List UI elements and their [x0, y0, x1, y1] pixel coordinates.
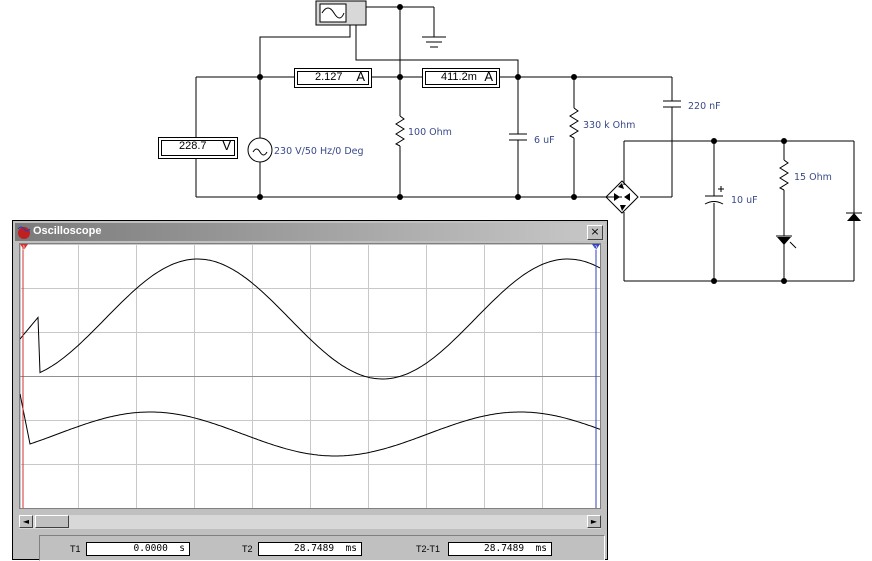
- cursor-1-label: 1: [22, 245, 26, 252]
- scope-grid: [20, 244, 600, 508]
- t1-value: 0.0000: [133, 543, 168, 554]
- oscilloscope-screen[interactable]: 1 2: [19, 243, 601, 509]
- cursor-2-label: 2: [594, 245, 598, 252]
- t2-t1-unit: ms: [535, 543, 547, 554]
- oscilloscope-title: Oscilloscope: [33, 225, 102, 237]
- ammeter-2[interactable]: 411.2m A: [422, 68, 500, 88]
- scroll-right-icon: ►: [590, 517, 598, 526]
- horizontal-scrollbar[interactable]: ◄ ►: [19, 515, 601, 529]
- t1-label: T1: [70, 544, 81, 554]
- t2-t1-label: T2-T1: [416, 544, 441, 554]
- scope-display: 1 2: [20, 244, 600, 508]
- cursor-1-handle: 1: [20, 244, 28, 252]
- resistor-100-label: 100 Ohm: [408, 127, 452, 138]
- voltmeter-value: 228.7: [179, 140, 207, 152]
- t2-unit: ms: [345, 543, 357, 554]
- cap-6uf-label: 6 uF: [534, 135, 555, 146]
- voltmeter-unit: V: [222, 138, 231, 153]
- oscilloscope-app-icon: [17, 226, 31, 239]
- ammeter-2-unit: A: [484, 69, 493, 84]
- source-label: 230 V/50 Hz/0 Deg: [274, 146, 364, 157]
- cap-10uf-label: 10 uF: [731, 195, 758, 206]
- t2-label: T2: [242, 544, 253, 554]
- ammeter-1-unit: A: [356, 69, 365, 84]
- oscilloscope-titlebar[interactable]: Oscilloscope ×: [15, 223, 605, 241]
- resistor-330k-label: 330 k Ohm: [583, 120, 635, 131]
- close-button[interactable]: ×: [587, 225, 603, 240]
- close-icon: ×: [590, 225, 600, 238]
- resistor-15-label: 15 Ohm: [794, 172, 832, 183]
- cursor-2-handle: 2: [592, 244, 600, 252]
- scroll-thumb[interactable]: [35, 515, 69, 528]
- ammeter-1[interactable]: 2.127 A: [294, 68, 372, 88]
- scroll-right-button[interactable]: ►: [587, 515, 601, 528]
- t1-unit: s: [179, 543, 185, 554]
- scroll-left-icon: ◄: [22, 517, 30, 526]
- cursor-readout-panel: T1 0.0000 s T2 28.7489 ms T2-T1 28.7489 …: [39, 535, 605, 561]
- oscilloscope-window: Oscilloscope × 1 2 ◄ ► T1 0.0000 s T2 28…: [12, 220, 608, 561]
- voltmeter[interactable]: 228.7 V: [158, 137, 238, 159]
- cap-220nf-label: 220 nF: [688, 101, 721, 112]
- scroll-left-button[interactable]: ◄: [19, 515, 33, 528]
- t2-t1-value: 28.7489: [484, 543, 525, 554]
- t2-value: 28.7489: [294, 543, 335, 554]
- ammeter-2-value: 411.2m: [441, 71, 477, 83]
- ammeter-1-value: 2.127: [315, 71, 343, 83]
